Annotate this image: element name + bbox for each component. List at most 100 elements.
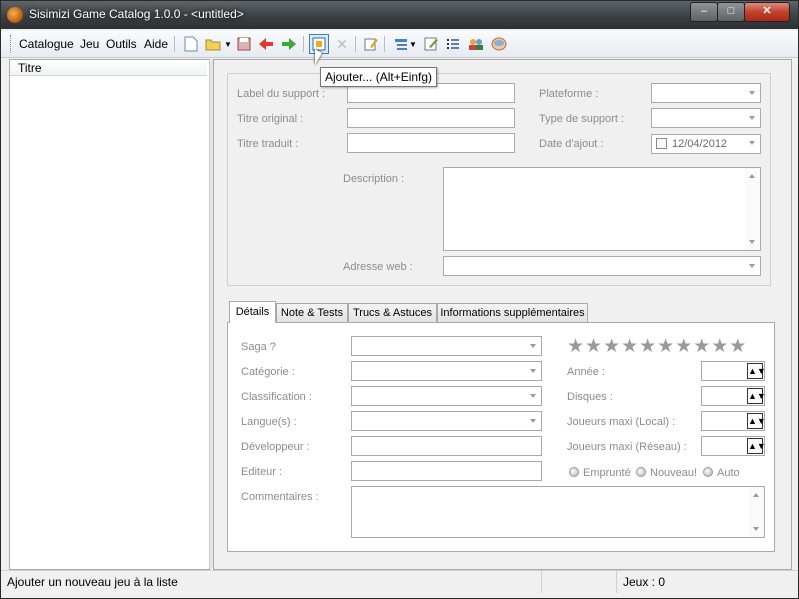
plateforme-select[interactable] <box>651 83 761 103</box>
spin-arrows-icon[interactable]: ▲▼ <box>747 363 766 379</box>
new-icon[interactable] <box>181 34 201 54</box>
numbered-list-icon[interactable] <box>443 34 463 54</box>
auto-radio[interactable]: Auto <box>703 467 740 479</box>
tab-trucs-astuces[interactable]: Trucs & Astuces <box>348 303 437 322</box>
commentaires-input[interactable] <box>351 486 765 538</box>
description-input[interactable] <box>443 167 761 251</box>
edit-icon[interactable] <box>361 34 381 54</box>
classification-label: Classification : <box>241 391 312 403</box>
scroll-down-icon <box>749 240 755 244</box>
chevron-down-icon <box>749 91 755 95</box>
toolbar-separator <box>303 36 304 52</box>
users-icon[interactable] <box>466 34 486 54</box>
toolbar-separator <box>384 36 385 52</box>
maximize-button[interactable]: □ <box>717 2 745 22</box>
disques-stepper[interactable]: ▲▼ <box>701 386 766 406</box>
menu-catalogue[interactable]: Catalogue <box>19 37 74 51</box>
titre-traduit-input[interactable] <box>347 133 515 153</box>
mouse-cursor-icon <box>315 49 322 65</box>
toolbar-separator <box>355 36 356 52</box>
chevron-down-icon <box>530 369 536 373</box>
spin-arrows-icon[interactable]: ▲▼ <box>747 438 766 454</box>
status-message: Ajouter un nouveau jeu à la liste <box>1 571 542 593</box>
date-checkbox[interactable] <box>656 138 667 149</box>
status-bar: Ajouter un nouveau jeu à la liste Jeux :… <box>1 570 798 593</box>
joueurs-local-stepper[interactable]: ▲▼ <box>701 411 766 431</box>
scroll-up-icon <box>753 493 759 497</box>
tab-informations[interactable]: Informations supplémentaires <box>437 303 588 322</box>
scroll-down-icon <box>753 527 759 531</box>
disques-label: Disques : <box>567 391 613 403</box>
commentaires-label: Commentaires : <box>241 491 319 503</box>
tab-details[interactable]: Détails <box>229 301 276 323</box>
rating-stars[interactable]: ★★★★★★★★★★ <box>567 335 747 358</box>
editeur-input[interactable] <box>351 461 542 481</box>
chevron-down-icon[interactable]: ▼ <box>222 34 234 54</box>
type-support-select[interactable] <box>651 108 761 128</box>
emprunte-label: Emprunté <box>583 467 631 479</box>
editeur-label: Editeur : <box>241 466 282 478</box>
joueurs-local-label: Joueurs maxi (Local) : <box>567 416 676 428</box>
title-bar[interactable]: Sisimizi Game Catalog 1.0.0 - <untitled>… <box>1 1 798 29</box>
status-spacer <box>542 571 617 593</box>
chevron-down-icon <box>749 141 755 145</box>
back-icon[interactable] <box>256 34 276 54</box>
notes-icon[interactable] <box>421 34 441 54</box>
tab-note-tests[interactable]: Note & Tests <box>276 303 348 322</box>
saga-label: Saga ? <box>241 341 276 353</box>
joueurs-reseau-stepper[interactable]: ▲▼ <box>701 436 766 456</box>
chevron-down-icon <box>749 264 755 268</box>
description-scrollbar[interactable] <box>745 168 760 250</box>
emprunte-radio[interactable]: Emprunté <box>569 467 631 479</box>
column-header-titre[interactable]: Titre <box>10 60 207 76</box>
classification-select[interactable] <box>351 386 542 406</box>
annee-stepper[interactable]: ▲▼ <box>701 361 766 381</box>
app-logo-icon[interactable] <box>7 7 23 23</box>
spin-arrows-icon[interactable]: ▲▼ <box>747 388 766 404</box>
minimize-button[interactable]: – <box>690 2 718 22</box>
status-count: Jeux : 0 <box>623 575 666 589</box>
game-list[interactable]: Titre <box>9 59 210 570</box>
window-title: Sisimizi Game Catalog 1.0.0 - <untitled> <box>29 7 244 21</box>
app-window: Sisimizi Game Catalog 1.0.0 - <untitled>… <box>0 0 799 599</box>
label-support-label: Label du support : <box>237 88 326 100</box>
spin-arrows-icon[interactable]: ▲▼ <box>747 413 766 429</box>
joueurs-reseau-label: Joueurs maxi (Réseau) : <box>567 441 687 453</box>
chevron-down-icon <box>530 344 536 348</box>
delete-icon[interactable]: ✕ <box>332 34 352 54</box>
menu-bar: Catalogue Jeu Outils Aide ▼ ✕ ▼ <box>1 31 798 58</box>
categorie-select[interactable] <box>351 361 542 381</box>
radio-icon <box>569 467 579 477</box>
open-icon[interactable] <box>203 34 223 54</box>
tooltip: Ajouter... (Alt+Einfg) <box>320 67 438 87</box>
date-ajout-picker[interactable]: 12/04/2012 <box>651 134 761 154</box>
radio-icon <box>703 467 713 477</box>
forward-icon[interactable] <box>279 34 299 54</box>
menu-outils[interactable]: Outils <box>106 37 137 51</box>
categorie-label: Catégorie : <box>241 366 295 378</box>
auto-label: Auto <box>717 467 740 479</box>
titre-original-label: Titre original : <box>237 113 304 125</box>
commentaires-scrollbar[interactable] <box>749 487 764 537</box>
chevron-down-icon <box>530 394 536 398</box>
nouveau-radio[interactable]: Nouveau! <box>636 467 697 479</box>
toolbar-grip[interactable] <box>10 35 14 53</box>
menu-jeu[interactable]: Jeu <box>80 37 99 51</box>
titre-original-input[interactable] <box>347 108 515 128</box>
developpeur-input[interactable] <box>351 436 542 456</box>
langues-select[interactable] <box>351 411 542 431</box>
adresse-web-input[interactable] <box>443 256 761 276</box>
titre-traduit-label: Titre traduit : <box>237 138 299 150</box>
toolbar-separator <box>174 36 175 52</box>
chevron-down-icon <box>530 419 536 423</box>
chevron-down-icon[interactable]: ▼ <box>407 34 419 54</box>
date-ajout-label: Date d'ajout : <box>539 138 604 150</box>
date-dropdown[interactable] <box>744 134 760 154</box>
db-icon[interactable] <box>489 34 509 54</box>
save-icon[interactable] <box>234 34 254 54</box>
close-button[interactable]: ✕ <box>744 2 790 22</box>
menu-aide[interactable]: Aide <box>144 37 168 51</box>
saga-select[interactable] <box>351 336 542 356</box>
annee-label: Année : <box>567 366 605 378</box>
adresse-web-label: Adresse web : <box>343 261 413 273</box>
